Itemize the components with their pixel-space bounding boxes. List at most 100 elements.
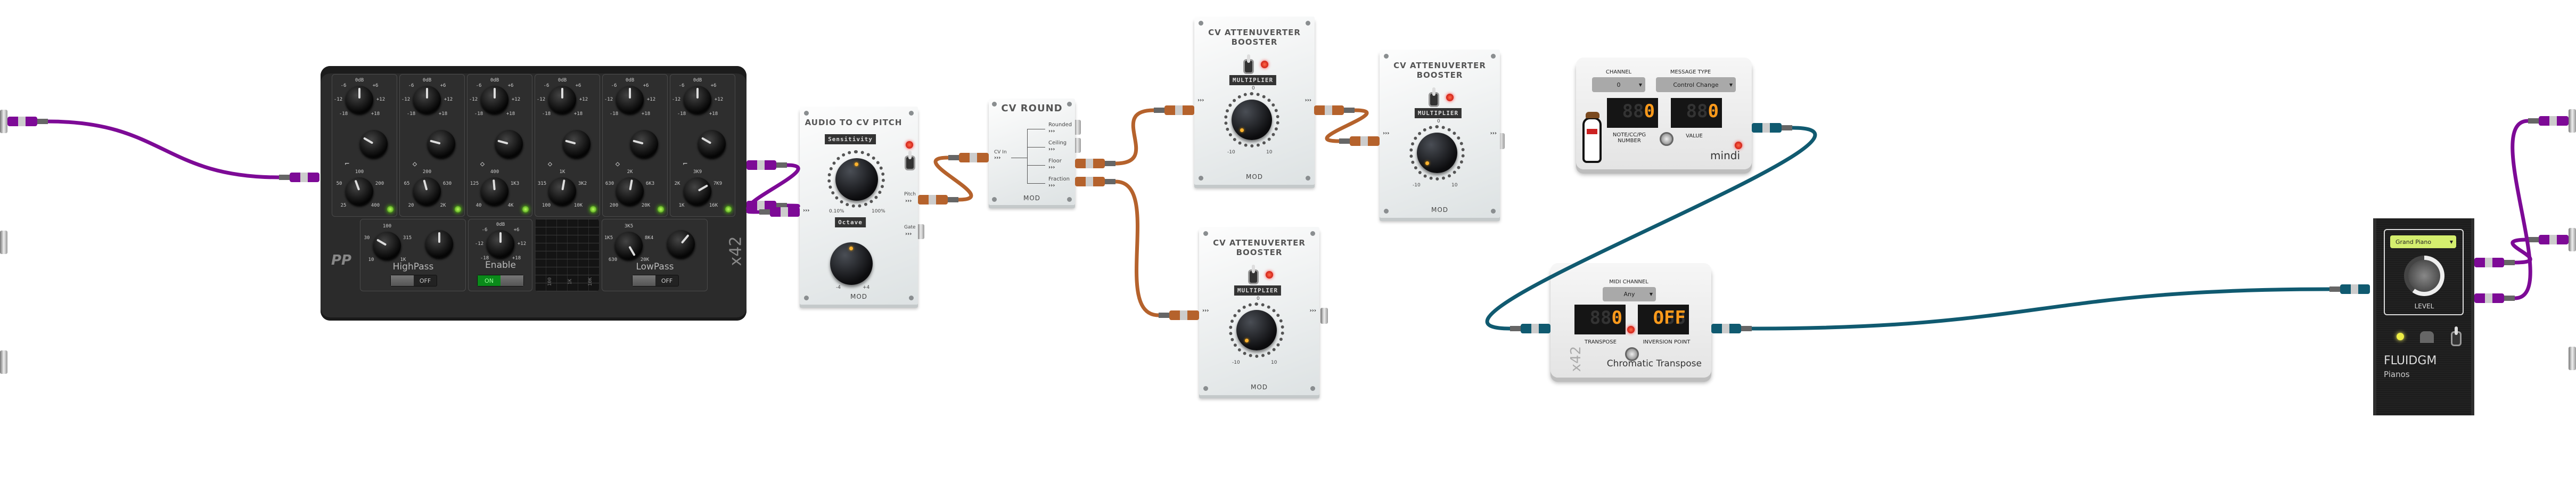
cv-attenuverter-booster-plugin[interactable]: CV ATTENUVERTER BOOSTER MULTIPLIER 0 -10 10 ››… (1194, 17, 1315, 185)
fluidgm-pianos-plugin[interactable]: Grand Piano ▼ LEVEL FLUIDGM Pianos (2373, 218, 2474, 415)
system-capture-1-jack[interactable] (0, 110, 7, 133)
cv-round-plugin[interactable]: CV ROUND CV In ››› MOD Rounded ››› Ceiling… (989, 99, 1075, 205)
level-knob[interactable] (2404, 256, 2444, 296)
cable-plug[interactable] (1154, 105, 1194, 115)
cable-plug[interactable] (918, 195, 958, 204)
highpass-toggle[interactable]: OFF (390, 275, 437, 287)
patch-cable[interactable] (746, 163, 800, 214)
gain-knob[interactable] (487, 230, 514, 258)
gain-knob[interactable] (346, 86, 373, 113)
cable-plug[interactable] (2329, 284, 2370, 294)
band-enable-led[interactable] (522, 206, 529, 212)
preset-select[interactable]: Grand Piano ▼ (2390, 235, 2456, 248)
gain-knob[interactable] (481, 86, 508, 113)
bandwidth-knob[interactable] (630, 130, 658, 158)
midi-channel-select[interactable]: Any ▼ (1603, 287, 1656, 301)
system-capture-2-jack[interactable] (0, 231, 7, 254)
attenuverter-3-output-jack[interactable] (1320, 308, 1328, 324)
cable-plug[interactable] (2528, 235, 2569, 244)
patch-cable[interactable] (1751, 287, 2330, 331)
band-enable-led[interactable] (658, 206, 664, 212)
cable-plug[interactable] (746, 201, 787, 210)
lowpass-toggle[interactable]: OFF (632, 275, 679, 287)
cable-plug[interactable] (1314, 105, 1355, 115)
gain-knob[interactable] (616, 86, 644, 113)
system-playback-2-jack[interactable] (2569, 228, 2576, 251)
bypass-toggle[interactable] (1243, 54, 1254, 74)
cable-plug[interactable] (2474, 293, 2515, 303)
cable-plug[interactable] (1711, 324, 1752, 333)
octave-knob[interactable] (830, 242, 873, 285)
patch-cable[interactable] (1115, 108, 1154, 166)
bypass-toggle[interactable] (905, 151, 915, 170)
gain-knob[interactable] (413, 86, 441, 113)
frequency-knob[interactable] (548, 177, 576, 205)
cable-plug[interactable] (279, 173, 319, 182)
channel-select[interactable]: 0 ▼ (1592, 77, 1645, 92)
system-playback-1-jack[interactable] (2569, 109, 2576, 133)
cable-plug[interactable] (1075, 159, 1115, 168)
bandwidth-knob[interactable] (428, 130, 455, 158)
cv-attenuverter-booster-plugin[interactable]: CV ATTENUVERTER BOOSTER MULTIPLIER 0 -10 10 ››… (1199, 227, 1319, 395)
system-capture-3-jack[interactable] (0, 350, 7, 374)
cable-plug[interactable] (1339, 136, 1380, 146)
cable-plug[interactable] (759, 207, 800, 217)
cable-plug[interactable] (759, 207, 800, 217)
frequency-knob[interactable] (373, 232, 401, 259)
bypass-toggle[interactable] (1429, 87, 1439, 107)
bandwidth-knob[interactable] (698, 130, 726, 158)
gain-scale-label: -12 (671, 97, 681, 102)
cable-plug[interactable] (1510, 324, 1550, 333)
mindi-plugin[interactable]: CHANNEL 0 ▼ MESSAGE TYPE Control Change ▼ … (1576, 58, 1752, 169)
patch-cable[interactable] (1115, 179, 1159, 317)
message-type-select[interactable]: Control Change ▼ (1656, 77, 1736, 92)
band-enable-led[interactable] (725, 206, 732, 212)
band-enable-led[interactable] (387, 206, 393, 212)
cable-plug[interactable] (2474, 258, 2515, 267)
multiplier-knob[interactable] (1236, 310, 1277, 350)
cable-plug[interactable] (1159, 310, 1199, 320)
bandwidth-knob[interactable] (495, 130, 523, 158)
patch-cable[interactable] (2511, 238, 2532, 265)
cable-plug[interactable] (746, 160, 787, 170)
bypass-toggle[interactable] (2451, 326, 2462, 346)
gain-knob[interactable] (548, 86, 576, 113)
audio-to-cv-pitch-plugin[interactable]: AUDIO TO CV PITCH Sensitivity 0.10% 100%… (800, 107, 918, 305)
cable-plug[interactable] (2528, 116, 2569, 126)
resonance-knob[interactable] (425, 230, 453, 258)
resonance-knob[interactable] (667, 230, 695, 258)
frequency-knob[interactable] (346, 177, 373, 205)
system-playback-3-jack[interactable] (2569, 347, 2576, 370)
band-enable-led[interactable] (455, 206, 461, 212)
cable-plug[interactable] (7, 117, 48, 126)
frequency-knob[interactable] (481, 177, 508, 205)
frequency-knob[interactable] (615, 232, 643, 259)
sensitivity-knob[interactable] (835, 158, 878, 201)
cv-attenuverter-booster-plugin[interactable]: CV ATTENUVERTER BOOSTER MULTIPLIER 0 -10 10 ››… (1380, 50, 1500, 218)
cable-plug[interactable] (1752, 123, 1792, 133)
frequency-knob[interactable] (413, 177, 441, 205)
bandwidth-knob[interactable] (563, 130, 590, 158)
patch-cable[interactable] (1325, 108, 1369, 143)
gain-knob[interactable] (684, 86, 711, 113)
x42-eq-plugin[interactable]: PP x42 0dB -6 +6 -12 +12 -18 +18 ⌐ 100 50 200 25 400… (321, 66, 746, 321)
bandwidth-knob[interactable] (360, 130, 388, 158)
value-display: 0 (1671, 98, 1722, 128)
frequency-knob[interactable] (616, 177, 644, 205)
input-arrow-icon: ››› (1202, 308, 1209, 314)
gate-output-jack[interactable] (917, 224, 924, 239)
patch-cable[interactable] (933, 156, 973, 202)
multiplier-knob[interactable] (1232, 100, 1272, 140)
patch-cable[interactable] (746, 203, 800, 214)
patch-cable[interactable] (2511, 119, 2532, 300)
chromatic-transpose-plugin[interactable]: MIDI CHANNEL Any ▼ 0 OFF TRANSPOSE INVERS… (1550, 263, 1711, 378)
patch-cable[interactable] (47, 119, 280, 179)
footswitch[interactable] (1660, 132, 1673, 146)
multiplier-knob[interactable] (1417, 133, 1457, 173)
enable-toggle[interactable]: ON (477, 275, 524, 287)
cable-plug[interactable] (1075, 177, 1115, 186)
cable-plug[interactable] (948, 153, 989, 162)
bypass-toggle[interactable] (1248, 265, 1259, 284)
band-enable-led[interactable] (590, 206, 596, 212)
frequency-knob[interactable] (684, 177, 711, 205)
